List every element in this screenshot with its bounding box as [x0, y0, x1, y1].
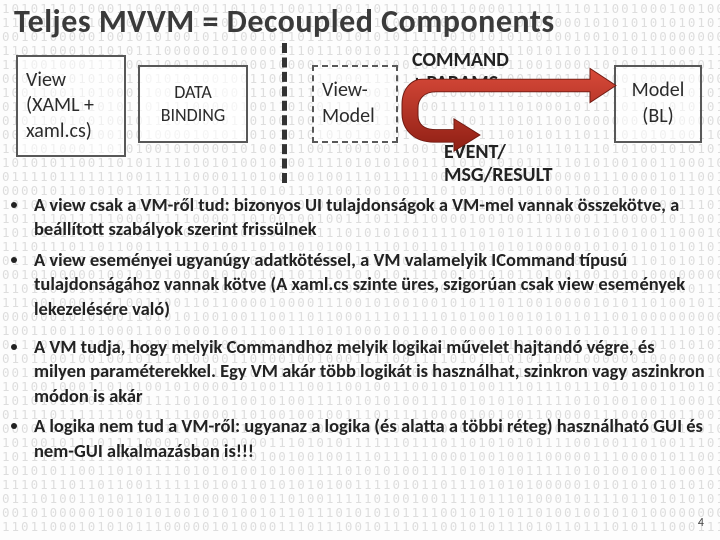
viewmodel-box-label: View-Model — [322, 78, 388, 129]
databinding-box: DATA BINDING — [138, 65, 248, 143]
bullet-item: A view eseményei ugyanúgy adatkötéssel, … — [30, 248, 708, 321]
view-box: View (XAML + xaml.cs) — [16, 55, 126, 157]
viewmodel-box: View-Model — [312, 65, 398, 143]
databinding-box-label: DATA BINDING — [148, 81, 238, 127]
page-number: 4 — [698, 516, 704, 530]
model-box-label: Model (BL) — [632, 78, 685, 129]
diagram-area: View (XAML + xaml.cs) DATA BINDING View-… — [12, 47, 708, 189]
model-box: Model (BL) — [614, 65, 702, 143]
dashed-divider — [282, 43, 287, 183]
bullet-item: A logika nem tud a VM-ről: ugyanaz a log… — [30, 414, 708, 463]
u-turn-arrow-icon — [400, 63, 620, 164]
view-box-label: View (XAML + xaml.cs) — [26, 68, 116, 145]
bullet-item: A view csak a VM-ről tud: bizonyos UI tu… — [30, 193, 708, 242]
bullet-list: A view csak a VM-ről tud: bizonyos UI tu… — [12, 193, 708, 463]
bullet-item: A VM tudja, hogy melyik Commandhoz melyi… — [30, 335, 708, 408]
slide-title: Teljes MVVM = Decoupled Components — [12, 0, 708, 43]
